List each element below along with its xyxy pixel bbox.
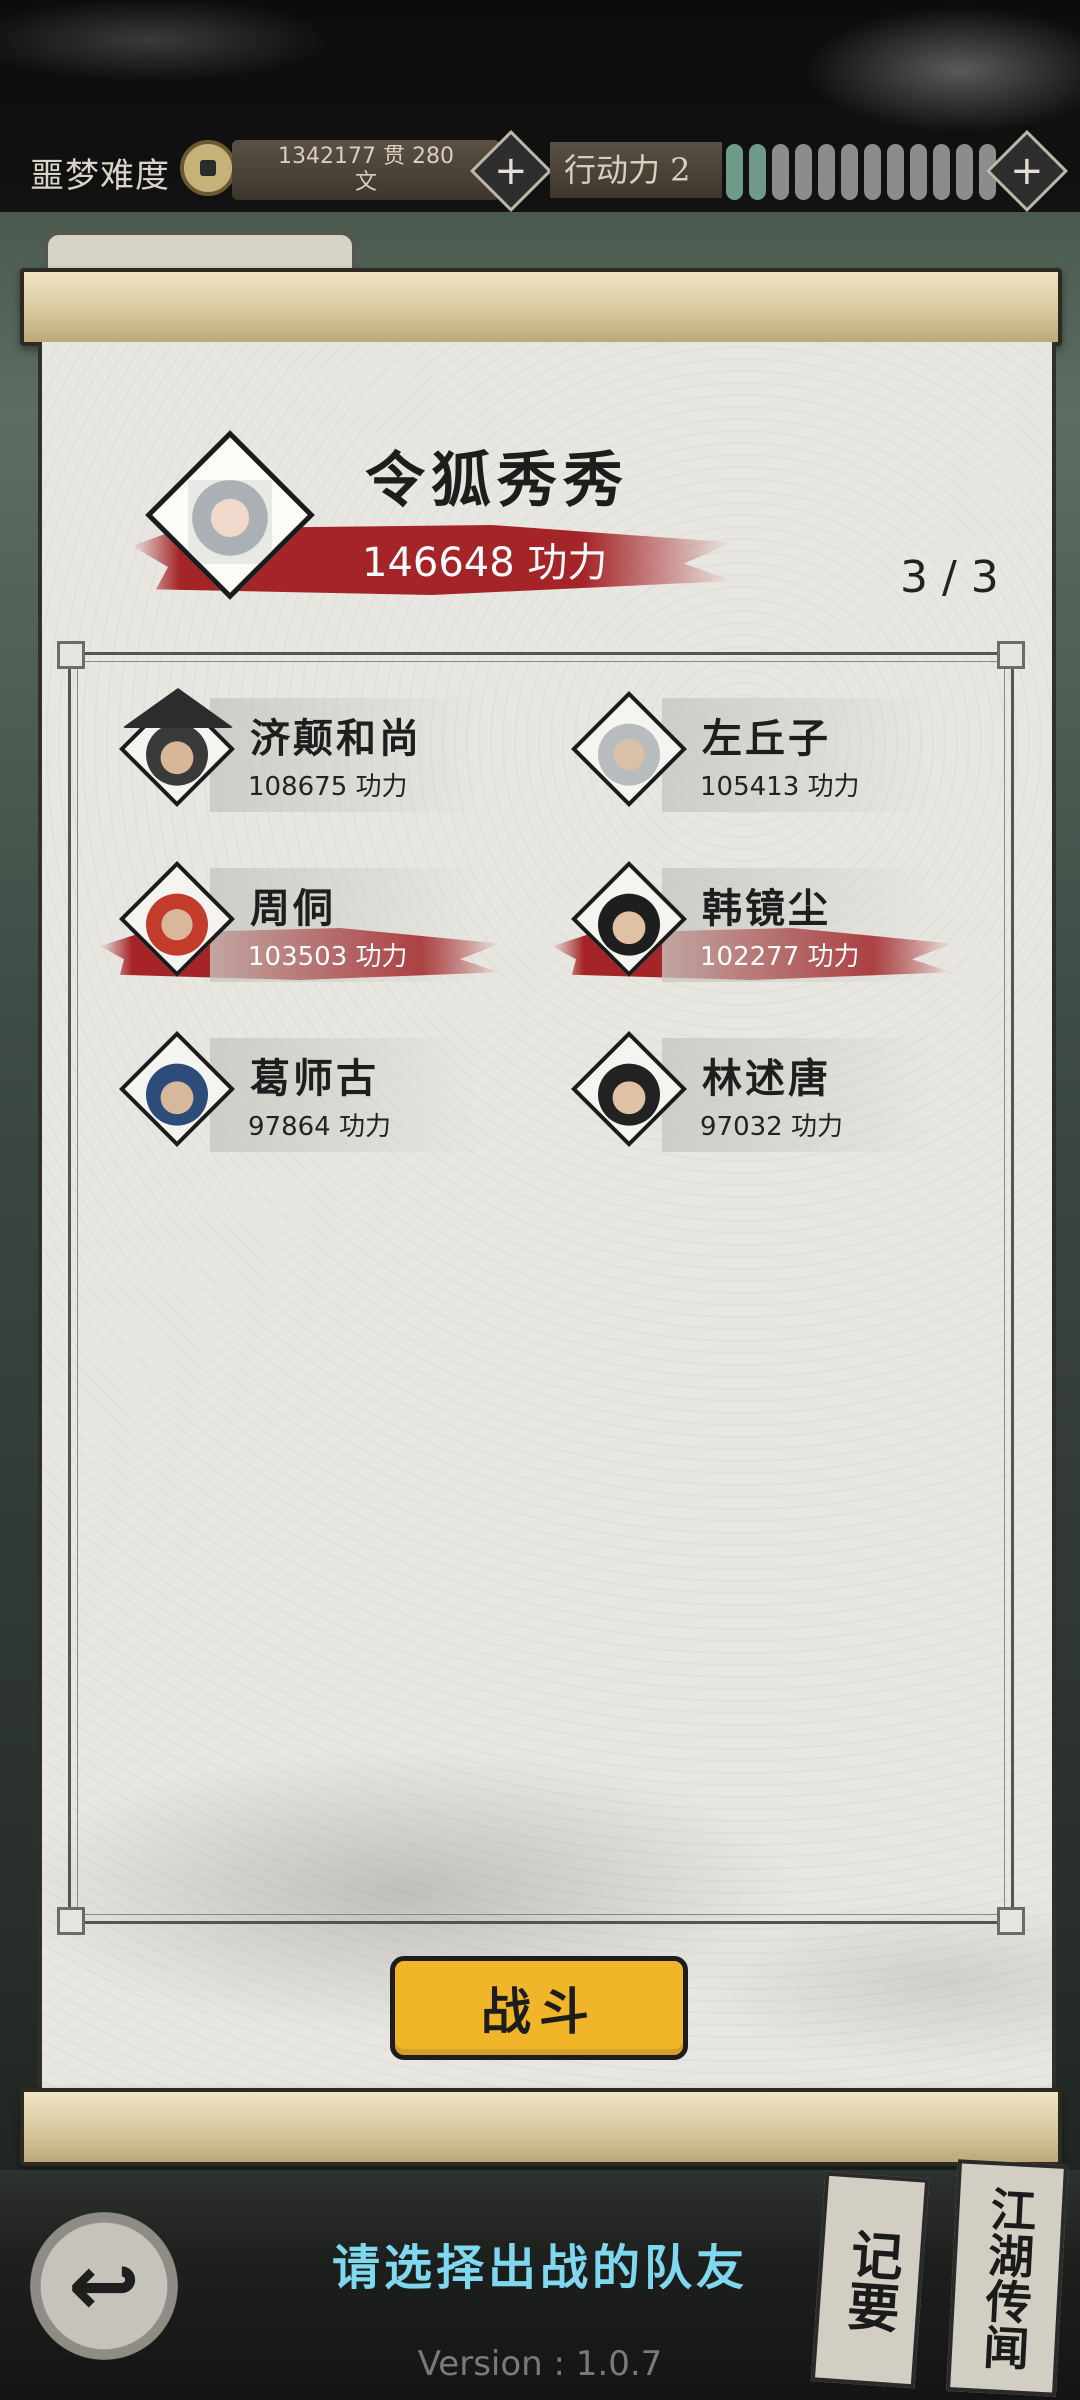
energy-pip [795, 144, 812, 200]
difficulty-label: 噩梦难度 [30, 156, 170, 196]
leader-face-icon [188, 480, 272, 565]
member-power: 97032 功力 [700, 1112, 843, 1142]
back-arrow-icon: ↩ [67, 2236, 141, 2336]
member-power: 103503 功力 [248, 942, 408, 972]
frame-corner [997, 1907, 1025, 1935]
youth-face-icon [598, 1063, 660, 1126]
frame-corner [57, 641, 85, 669]
plus-icon: + [1010, 147, 1044, 194]
warrior-face-icon [146, 893, 208, 956]
member-name: 周侗 [250, 885, 336, 932]
money-amount: 1342177 贯 280 [278, 144, 454, 169]
member-name: 济颠和尚 [250, 715, 422, 762]
action-points-meter [726, 144, 996, 200]
elder-face-icon [598, 723, 660, 786]
energy-pip [818, 144, 835, 200]
member-power: 105413 功力 [700, 772, 860, 802]
add-action-button[interactable]: + [985, 129, 1069, 213]
energy-pip [841, 144, 858, 200]
scholar-face-icon [146, 1063, 208, 1126]
battle-button[interactable]: 战斗 [390, 1956, 688, 2060]
member-card[interactable]: 济颠和尚 108675 功力 [100, 680, 480, 820]
top-status-bar: 噩梦难度 1342177 贯 280 文 + 行动力 2 + [0, 129, 1080, 213]
member-list-frame [57, 641, 1025, 1935]
member-card[interactable]: 葛师古 97864 功力 [100, 1020, 480, 1160]
energy-pip [887, 144, 904, 200]
frame-corner [997, 641, 1025, 669]
coin-icon [180, 140, 236, 196]
member-card[interactable]: 左丘子 105413 功力 [552, 680, 932, 820]
energy-pip [910, 144, 927, 200]
money-unit: 文 [354, 170, 377, 195]
energy-pip [749, 144, 766, 200]
frame-corner [57, 1907, 85, 1935]
energy-pip [726, 144, 743, 200]
select-teammate-hint: 请选择出战的队友 [331, 2240, 748, 2296]
energy-pip [864, 144, 881, 200]
scroll-bottom-rod [20, 2088, 1062, 2166]
member-card[interactable]: 韩镜尘 102277 功力 [552, 850, 952, 990]
action-points-label: 行动力 2 [550, 142, 722, 198]
member-name: 林述唐 [702, 1055, 831, 1102]
energy-pip [933, 144, 950, 200]
version-label: Version : 1.0.7 [417, 2344, 663, 2384]
member-name: 韩镜尘 [702, 885, 831, 932]
energy-pip [956, 144, 973, 200]
energy-pip [772, 144, 789, 200]
member-power: 97864 功力 [248, 1112, 391, 1142]
scroll-top-rod [20, 268, 1062, 346]
team-count: 3 / 3 [900, 552, 999, 603]
swordsman-face-icon [598, 893, 660, 956]
leader-power: 146648 功力 [362, 540, 608, 586]
member-name: 左丘子 [702, 715, 831, 762]
plus-icon: + [494, 147, 528, 194]
member-power: 108675 功力 [248, 772, 408, 802]
member-card[interactable]: 林述唐 97032 功力 [552, 1020, 932, 1160]
money-display: 1342177 贯 280 文 [232, 140, 500, 200]
member-name: 葛师古 [250, 1055, 379, 1102]
leader-name: 令狐秀秀 [365, 446, 629, 516]
notes-label: 记要 [836, 2226, 905, 2335]
member-power: 102277 功力 [700, 942, 860, 972]
member-card[interactable]: 周侗 103503 功力 [100, 850, 500, 990]
monk-face-icon [146, 723, 208, 786]
